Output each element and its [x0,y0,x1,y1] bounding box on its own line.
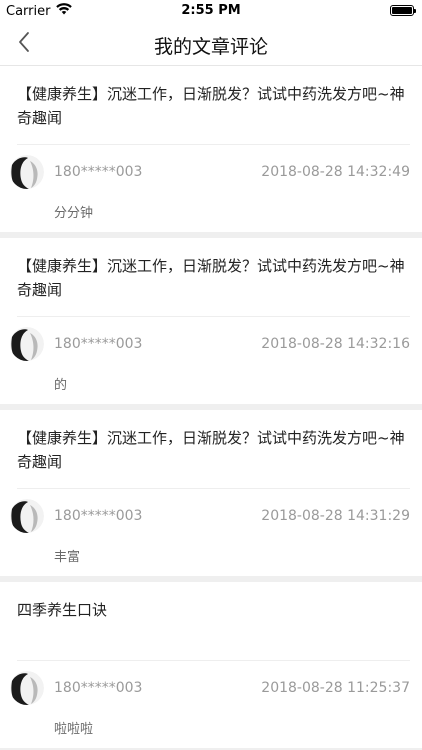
divider [17,316,410,317]
comment-text: 丰富 [54,550,81,565]
user-name: 180*****003 [54,680,143,696]
comment-time: 2018-08-28 11:25:37 [261,680,410,696]
comment-time: 2018-08-28 14:32:49 [261,164,410,180]
battery-nub [414,9,416,13]
comment-card[interactable]: 【健康养生】沉迷工作，日渐脱发？试试中药洗发方吧~神奇趣闻 180*****00… [0,238,422,410]
page-title: 我的文章评论 [153,36,268,58]
status-bar: Carrier 2:55 PM [0,0,422,22]
user-name: 180*****003 [54,164,143,180]
avatar [10,327,44,361]
divider [17,488,410,489]
article-title[interactable]: 【健康养生】沉迷工作，日渐脱发？试试中药洗发方吧~神奇趣闻 [17,82,410,130]
screen: Carrier 2:55 PM 我的文章评论 【健康养生】沉迷工作，日渐脱发？试… [0,0,422,750]
user-name: 180*****003 [54,508,143,524]
comment-text: 的 [54,378,68,393]
article-title[interactable]: 四季养生口诀 [17,598,410,646]
comment-time: 2018-08-28 14:31:29 [261,508,410,524]
comment-card[interactable]: 【健康养生】沉迷工作，日渐脱发？试试中药洗发方吧~神奇趣闻 180*****00… [0,410,422,582]
user-name: 180*****003 [54,336,143,352]
avatar [10,499,44,533]
comment-time: 2018-08-28 14:32:16 [261,336,410,352]
comment-text: 啦啦啦 [54,722,94,737]
nav-bar: 我的文章评论 [0,22,422,66]
battery-fill [392,7,412,14]
article-title[interactable]: 【健康养生】沉迷工作，日渐脱发？试试中药洗发方吧~神奇趣闻 [17,426,410,474]
comment-list: 【健康养生】沉迷工作，日渐脱发？试试中药洗发方吧~神奇趣闻 180*****00… [0,66,422,750]
avatar [10,155,44,189]
article-title[interactable]: 【健康养生】沉迷工作，日渐脱发？试试中药洗发方吧~神奇趣闻 [17,254,410,302]
comment-card[interactable]: 四季养生口诀 180*****003 2018-08-28 11:25:37 啦… [0,582,422,750]
battery-icon [390,5,416,16]
comment-text: 分分钟 [54,206,94,221]
comment-card[interactable]: 【健康养生】沉迷工作，日渐脱发？试试中药洗发方吧~神奇趣闻 180*****00… [0,66,422,238]
status-time: 2:55 PM [181,3,241,18]
avatar [10,671,44,705]
divider [17,660,410,661]
divider [17,144,410,145]
